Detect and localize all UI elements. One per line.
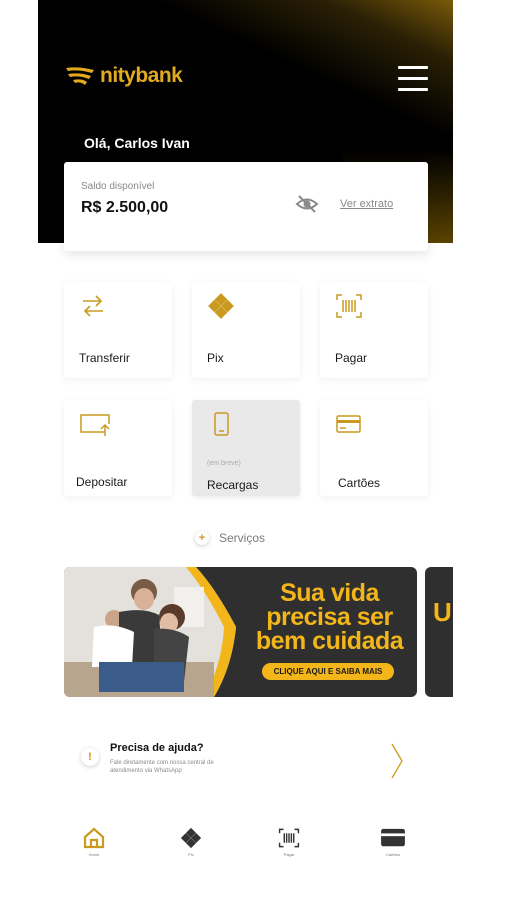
nav-pay-label: Pagar	[283, 852, 295, 857]
services-label: Serviços	[219, 531, 266, 545]
nav-cards[interactable]: Cartões	[373, 827, 413, 867]
barcode-icon	[278, 828, 300, 848]
help-card[interactable]: ! Precisa de ajuda? Fale diretamente com…	[64, 733, 428, 793]
eye-off-icon[interactable]	[295, 194, 319, 214]
card-icon	[336, 415, 361, 433]
banner-cta[interactable]: CLIQUE AQUI E SAIBA MAIS	[262, 663, 394, 680]
home-icon	[83, 827, 105, 849]
transfer-arrows-icon	[83, 295, 103, 317]
app-screen: nitybank Olá, Carlos Ivan Saldo disponív…	[38, 0, 453, 900]
plus-icon: +	[195, 531, 209, 545]
nav-cards-label: Cartões	[385, 852, 400, 857]
recharge-button[interactable]: (em breve) Recargas	[192, 400, 300, 496]
next-banner[interactable]: U	[425, 567, 453, 697]
transfer-button[interactable]: Transferir	[64, 282, 172, 378]
chevron-right-icon	[391, 743, 403, 779]
next-banner-letter: U	[433, 597, 452, 627]
services-button[interactable]: + Serviços	[195, 531, 265, 545]
banner-headline: Sua vida precisa ser bem cuidada	[255, 579, 404, 655]
pix-label: Pix	[207, 351, 224, 365]
pix-button[interactable]: Pix	[192, 282, 300, 378]
pay-button[interactable]: Pagar	[320, 282, 428, 378]
menu-button[interactable]	[398, 66, 428, 92]
logo-icon	[66, 67, 94, 85]
greeting-text: Olá, Carlos Ivan	[84, 135, 190, 151]
brand-name: nitybank	[100, 64, 183, 87]
pay-label: Pagar	[335, 351, 368, 365]
balance-card: Saldo disponível R$ 2.500,00 Ver extrato	[64, 162, 428, 251]
deposit-label: Depositar	[76, 475, 128, 489]
deposit-button[interactable]: Depositar	[64, 400, 172, 496]
help-subtitle: Fale diretamente com nossa central de at…	[110, 760, 214, 774]
nav-pay[interactable]: Pagar	[269, 827, 309, 867]
promo-banner[interactable]: Sua vida precisa ser bem cuidada CLIQUE …	[64, 567, 417, 697]
balance-label: Saldo disponível	[81, 181, 155, 192]
cards-label: Cartões	[338, 476, 381, 490]
barcode-icon	[336, 294, 362, 318]
brand-logo: nitybank	[64, 64, 183, 88]
balance-value: R$ 2.500,00	[81, 199, 169, 216]
phone-icon	[214, 412, 229, 436]
card-icon	[381, 828, 405, 847]
pix-icon	[208, 293, 234, 319]
recharge-label: Recargas	[207, 478, 259, 492]
transfer-label: Transferir	[79, 351, 130, 365]
alert-icon: !	[81, 748, 99, 766]
deposit-icon	[80, 414, 110, 436]
nav-pix[interactable]: Pix	[171, 827, 211, 867]
nav-home[interactable]: Home	[74, 827, 114, 867]
hamburger-menu-icon	[398, 66, 428, 69]
pix-icon	[180, 827, 202, 849]
statement-link[interactable]: Ver extrato	[340, 198, 393, 210]
help-title: Precisa de ajuda?	[110, 742, 204, 754]
coming-soon-badge: (em breve)	[207, 460, 241, 467]
nav-pix-label: Pix	[188, 852, 194, 857]
cards-button[interactable]: Cartões	[320, 400, 428, 496]
bottom-nav: Home Pix Pagar Cartões	[38, 820, 453, 870]
nav-home-label: Home	[88, 852, 100, 857]
